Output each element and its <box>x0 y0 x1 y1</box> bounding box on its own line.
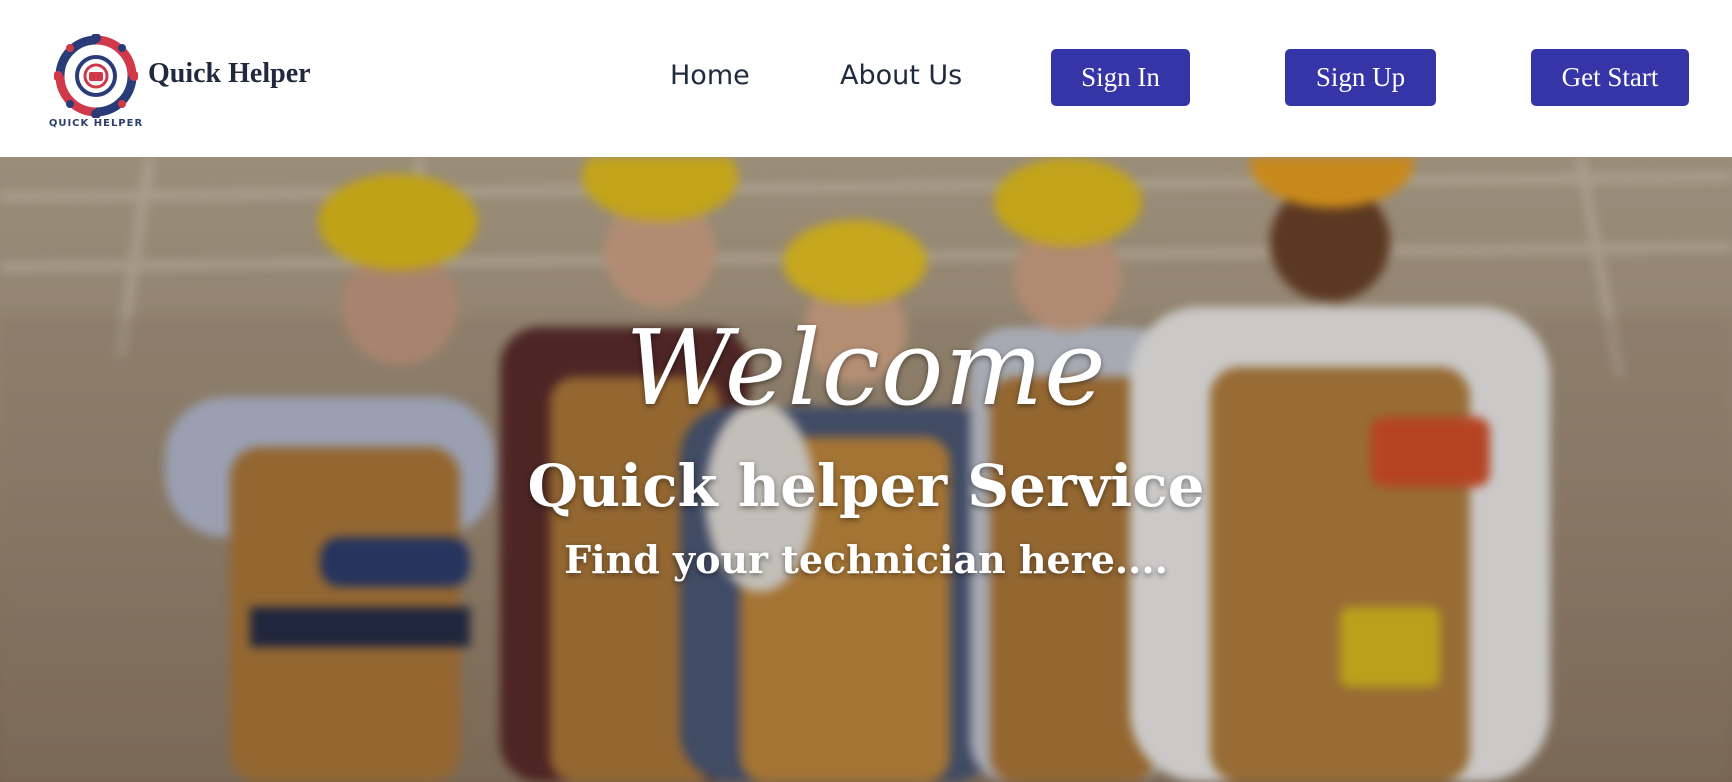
hero-welcome: Welcome <box>625 307 1107 429</box>
nav-about-link[interactable]: About Us <box>840 60 962 91</box>
get-start-button[interactable]: Get Start <box>1531 49 1689 106</box>
sign-up-button[interactable]: Sign Up <box>1285 49 1436 106</box>
hero-section: Welcome Quick helper Service Find your t… <box>0 157 1732 782</box>
hero-title: Quick helper Service <box>527 452 1205 520</box>
quick-helper-logo-icon <box>54 34 138 118</box>
logo-caption: QUICK HELPER <box>48 118 144 129</box>
brand-name[interactable]: Quick Helper <box>148 58 311 90</box>
nav-home-link[interactable]: Home <box>670 60 750 91</box>
sign-in-button[interactable]: Sign In <box>1051 49 1190 106</box>
hero-tagline: Find your technician here.... <box>564 537 1168 582</box>
logo[interactable]: QUICK HELPER <box>44 34 148 130</box>
site-header: QUICK HELPER Quick Helper Home About Us … <box>0 0 1732 157</box>
